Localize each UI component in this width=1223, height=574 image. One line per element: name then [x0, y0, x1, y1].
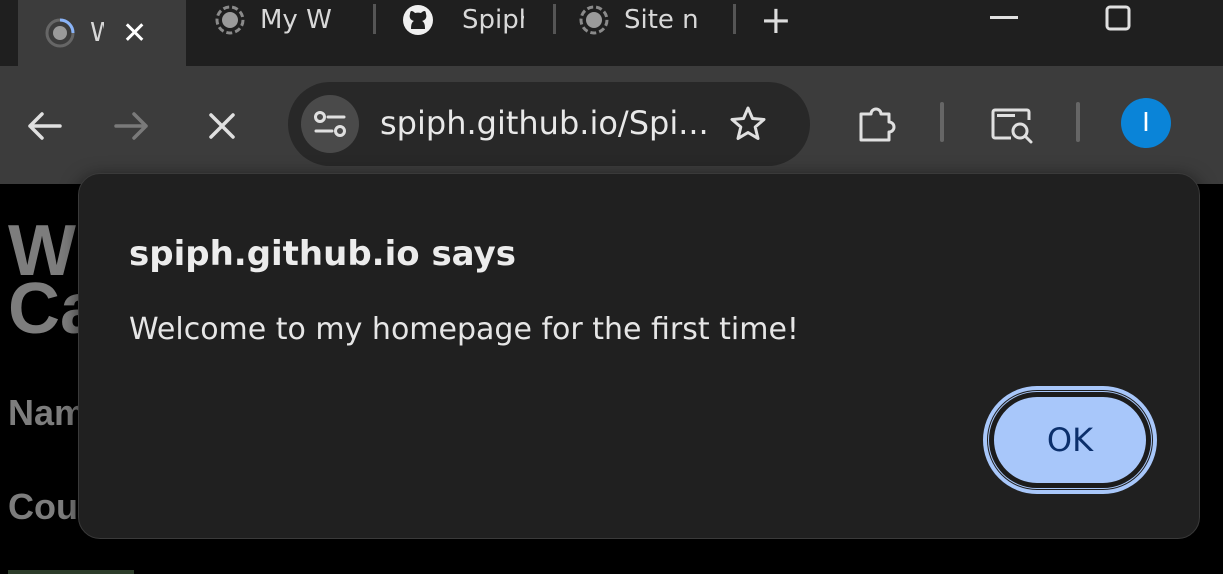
page-heading: W Ca	[8, 222, 78, 338]
page-label-name: Nam	[8, 392, 78, 433]
tab-spiph[interactable]: Spiph	[402, 0, 524, 40]
page-label-country: Cou	[8, 486, 78, 527]
profile-avatar[interactable]: I	[1121, 98, 1171, 148]
screen-search-icon	[991, 108, 1033, 144]
forward-arrow-icon	[114, 112, 148, 140]
maximize-icon[interactable]	[1098, 0, 1138, 36]
tab-separator	[733, 4, 736, 34]
tab-separator	[373, 4, 376, 34]
stop-loading-button[interactable]	[202, 106, 242, 146]
forward-button[interactable]	[112, 106, 152, 146]
ok-button-label: OK	[1046, 421, 1094, 459]
bookmark-star-icon[interactable]	[728, 104, 768, 148]
new-tab-button[interactable]: +	[760, 0, 792, 42]
back-arrow-icon	[28, 112, 62, 140]
close-tab-icon[interactable]: ✕	[122, 16, 147, 51]
minimize-icon[interactable]	[984, 0, 1024, 36]
url-text[interactable]: spiph.github.io/Spi...	[380, 104, 710, 142]
tab-site[interactable]: Site n	[578, 0, 706, 40]
tab-strip: W ✕ My W Spiph Site n +	[0, 0, 1223, 66]
address-bar[interactable]: spiph.github.io/Spi...	[288, 82, 810, 166]
tab-title: Spiph	[462, 5, 524, 35]
puzzle-icon	[859, 107, 896, 142]
globe-icon	[579, 5, 609, 35]
alert-dialog: spiph.github.io says Welcome to my homep…	[78, 173, 1200, 539]
site-info-button[interactable]	[301, 95, 359, 153]
github-icon	[403, 5, 433, 35]
dialog-message: Welcome to my homepage for the first tim…	[129, 312, 799, 347]
tab-my-w[interactable]: My W	[214, 0, 344, 40]
extensions-button[interactable]	[856, 102, 900, 146]
tab-active[interactable]: W ✕	[18, 0, 186, 66]
dialog-title: spiph.github.io says	[129, 234, 516, 274]
toolbar-separator	[940, 102, 944, 142]
toolbar-separator	[1076, 102, 1080, 142]
globe-icon	[215, 5, 245, 35]
tab-separator	[553, 4, 556, 34]
close-window-icon[interactable]	[1200, 0, 1223, 60]
tab-title: Site n	[624, 5, 699, 35]
globe-loading-icon	[45, 18, 75, 48]
back-button[interactable]	[24, 106, 64, 146]
stop-x-icon	[209, 113, 235, 139]
tab-title: My W	[260, 5, 332, 35]
ok-button[interactable]: OK	[983, 386, 1157, 494]
screen-search-button[interactable]	[988, 102, 1036, 146]
page-image-edge	[8, 570, 134, 574]
tune-icon	[314, 111, 346, 137]
tab-title: W	[90, 18, 104, 48]
browser-toolbar: spiph.github.io/Spi... I	[0, 66, 1223, 184]
